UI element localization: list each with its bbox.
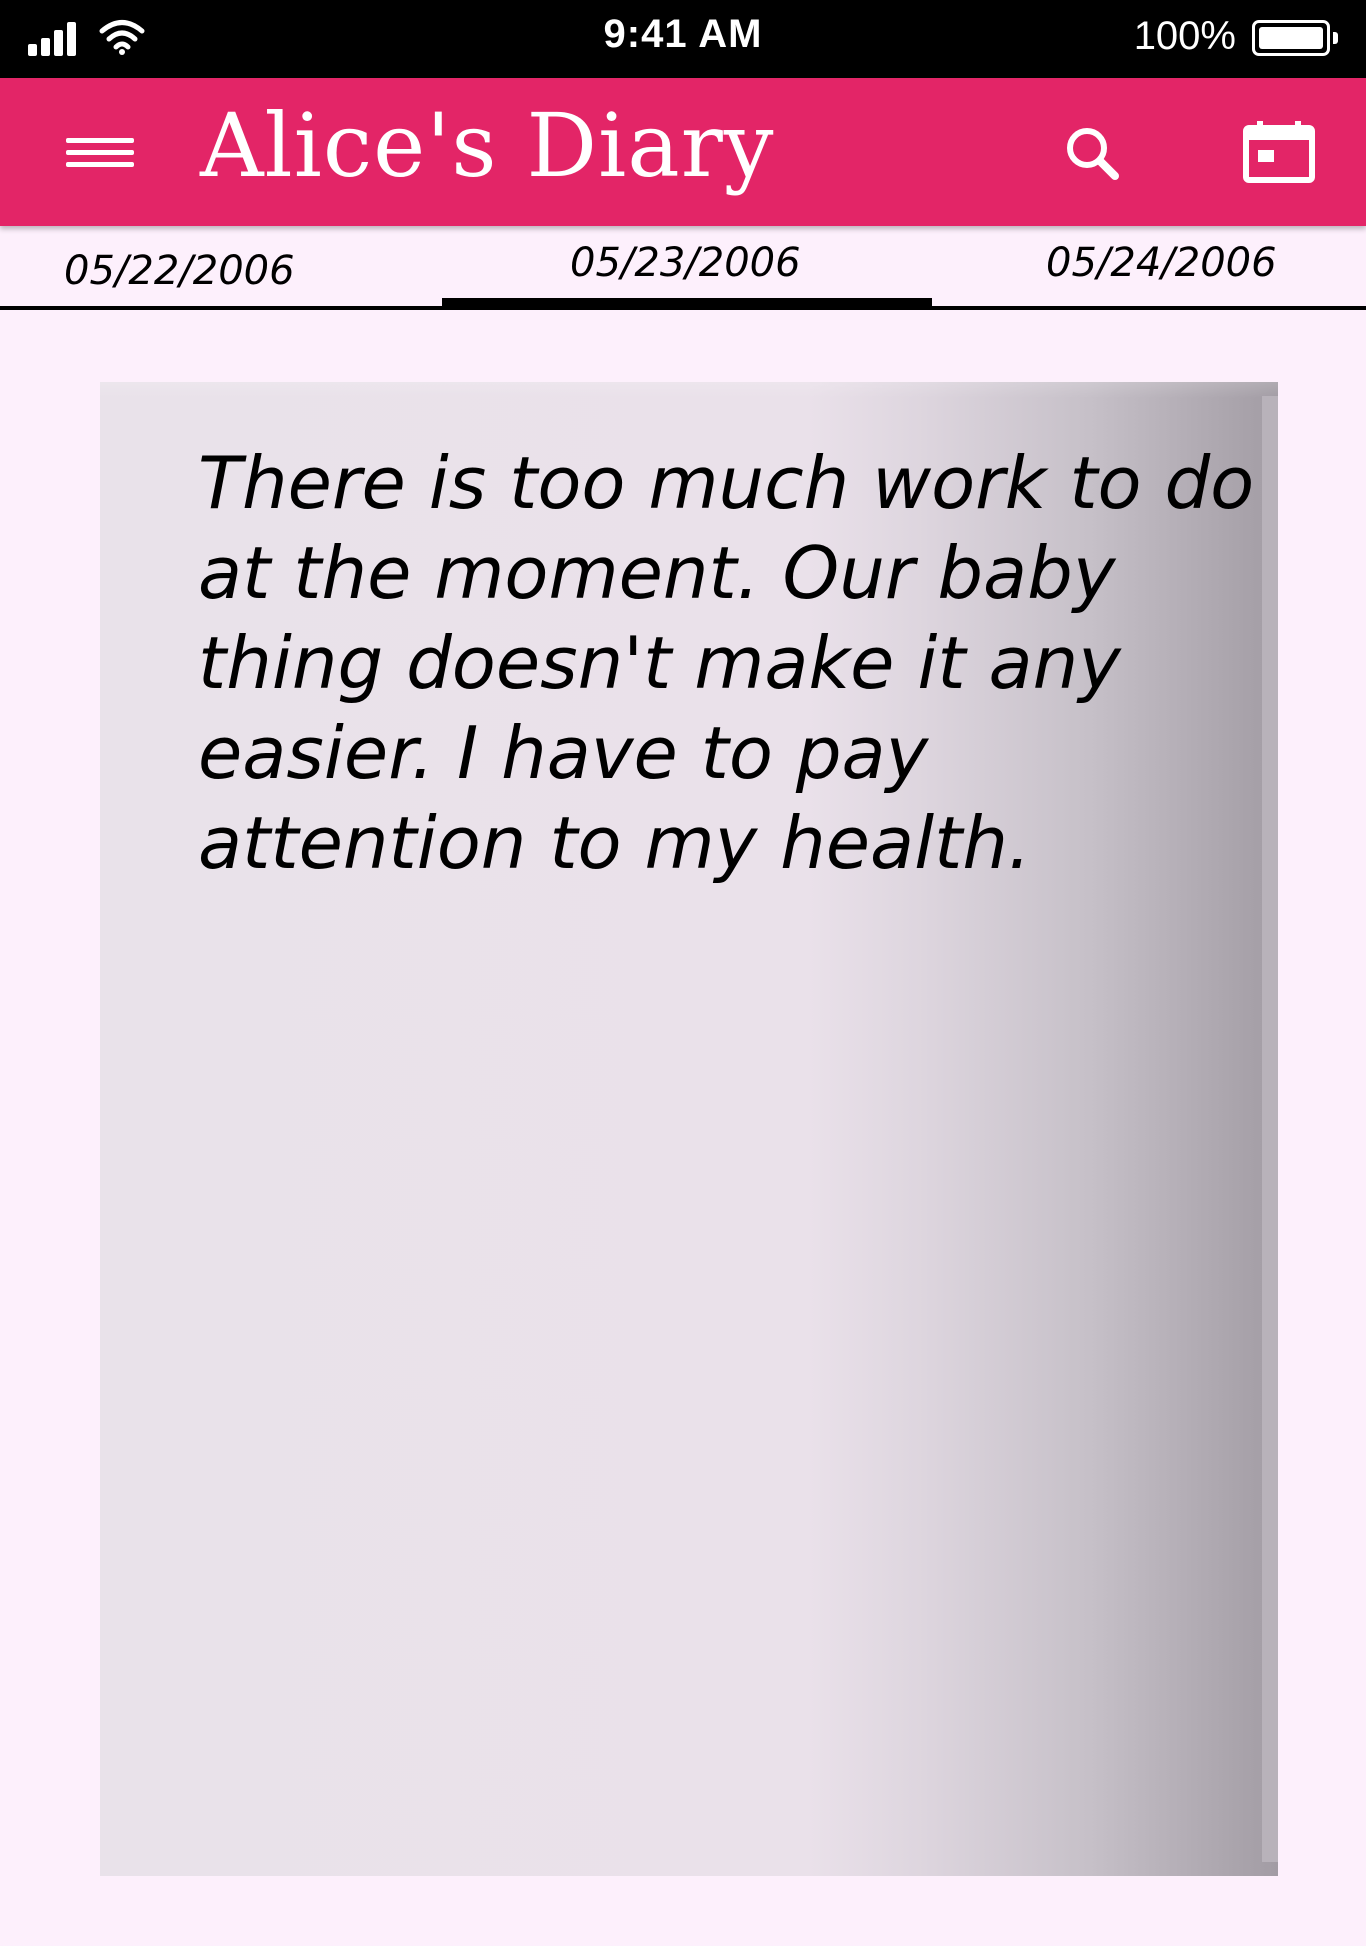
hamburger-menu-icon[interactable] [60,122,140,182]
app-title: Alice's Diary [200,94,775,197]
search-icon[interactable] [1055,120,1135,190]
date-tab-bar: 05/22/2006 05/23/2006 05/24/2006 [0,226,1366,314]
status-bar: 9:41 AM 100% [0,0,1366,78]
battery-percent: 100% [1133,14,1236,58]
tab-date-previous[interactable]: 05/22/2006 [0,226,440,310]
battery-icon [1252,20,1338,56]
diary-entry-text[interactable]: There is too much work to do at the mome… [198,438,1268,888]
tab-date-next[interactable]: 05/24/2006 [934,226,1366,310]
tab-date-current[interactable]: 05/23/2006 [442,226,932,310]
active-tab-indicator [442,298,932,306]
calendar-icon[interactable] [1238,118,1320,188]
tab-label: 05/22/2006 [64,248,295,294]
tab-label: 05/24/2006 [1046,240,1277,286]
app-bar: Alice's Diary [0,78,1366,226]
diary-page: There is too much work to do at the mome… [100,382,1278,1876]
tab-label: 05/23/2006 [570,240,801,286]
